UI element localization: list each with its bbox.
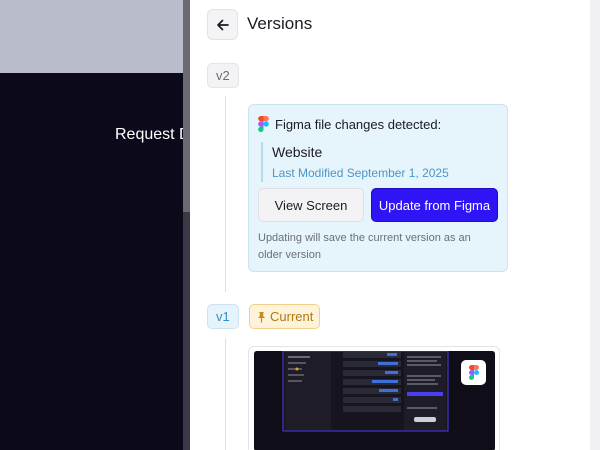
figma-file-info: Website Last Modified September 1, 2025	[261, 142, 449, 182]
version-badge-v2[interactable]: v2	[207, 63, 239, 88]
background-scrollbar-thumb[interactable]	[183, 0, 190, 212]
timeline-line	[225, 338, 226, 450]
screen-thumbnail[interactable]	[254, 351, 495, 450]
card-heading-text: Figma file changes detected:	[275, 116, 442, 132]
figma-icon	[258, 116, 269, 132]
version-preview-card[interactable]	[248, 346, 500, 450]
drawer-title: Versions	[247, 14, 313, 33]
figma-icon-badge	[461, 360, 486, 385]
figma-last-modified: Last Modified September 1, 2025	[272, 166, 449, 180]
version-badge-v1[interactable]: v1	[207, 304, 239, 329]
figma-file-name: Website	[272, 144, 323, 160]
figma-changes-card: Figma file changes detected: Website Las…	[248, 104, 508, 272]
back-button[interactable]	[207, 9, 238, 40]
timeline-line	[225, 96, 226, 292]
update-note: Updating will save the current version a…	[258, 232, 471, 261]
thumbnail-preview-image	[254, 351, 495, 450]
update-from-figma-button[interactable]: Update from Figma	[371, 188, 498, 222]
background-header	[0, 0, 184, 73]
arrow-left-icon	[216, 19, 229, 30]
card-heading: Figma file changes detected:	[258, 116, 441, 132]
current-badge: Current	[249, 304, 321, 329]
view-screen-button[interactable]: View Screen	[258, 188, 364, 222]
current-badge-label: Current	[270, 309, 314, 324]
figma-icon	[468, 365, 479, 380]
versions-drawer: Versions v2 Figma file changes detected:…	[190, 0, 590, 450]
background-request-text: Request D	[115, 126, 191, 143]
pin-icon	[258, 311, 265, 322]
drawer-scrollbar-track[interactable]	[590, 0, 600, 450]
